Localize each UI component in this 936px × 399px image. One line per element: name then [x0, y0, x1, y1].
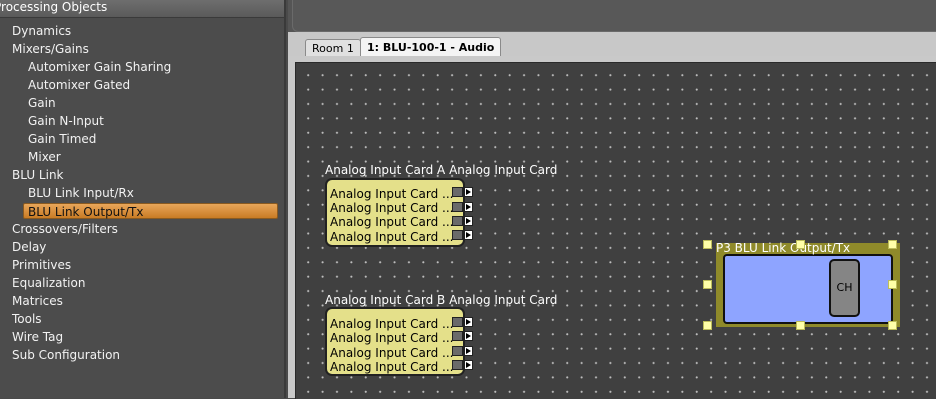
card-b-channel-2: Analog Input Card ... — [330, 331, 454, 345]
blu-link-output-block[interactable] — [723, 254, 893, 324]
tree-item-mixer[interactable]: Mixer — [28, 148, 61, 166]
tree-item-sub-configuration[interactable]: Sub Configuration — [12, 346, 120, 364]
tab-label: 1: BLU-100-1 - Audio — [367, 41, 495, 54]
card-b-channel-4: Analog Input Card ... — [330, 360, 454, 374]
output-arrow-icon[interactable] — [464, 346, 473, 356]
card-a-channel-4: Analog Input Card ... — [330, 230, 454, 244]
resize-handle[interactable] — [796, 321, 805, 330]
output-port[interactable] — [452, 216, 463, 226]
card-b-title: Analog Input Card B Analog Input Card — [325, 293, 558, 307]
tree-item-dynamics[interactable]: Dynamics — [12, 22, 71, 40]
tree-item-matrices[interactable]: Matrices — [12, 292, 63, 310]
blu-link-output-title: P3 BLU Link Output/Tx — [716, 241, 851, 255]
design-canvas[interactable]: Analog Input Card A Analog Input Card An… — [295, 62, 936, 399]
output-port[interactable] — [452, 317, 463, 327]
output-arrow-icon[interactable] — [464, 202, 473, 212]
panel-header: Processing Objects — [0, 0, 284, 18]
analog-input-card-b[interactable]: Analog Input Card ... Analog Input Card … — [325, 307, 465, 376]
output-arrow-icon[interactable] — [464, 317, 473, 327]
output-arrow-icon[interactable] — [464, 360, 473, 370]
tree-item-crossovers-filters[interactable]: Crossovers/Filters — [12, 220, 118, 238]
card-a-title: Analog Input Card A Analog Input Card — [325, 163, 558, 177]
tree-item-primitives[interactable]: Primitives — [12, 256, 71, 274]
tree-item-gain-n-input[interactable]: Gain N-Input — [28, 112, 104, 130]
tree-item-automixer-gated[interactable]: Automixer Gated — [28, 76, 130, 94]
card-a-channel-2: Analog Input Card ... — [330, 201, 454, 215]
toolbar-panel — [292, 0, 936, 32]
output-port[interactable] — [452, 331, 463, 341]
tab-room-1[interactable]: Room 1 — [305, 39, 361, 57]
analog-input-card-a[interactable]: Analog Input Card ... Analog Input Card … — [325, 178, 465, 247]
tree-item-mixers-gains[interactable]: Mixers/Gains — [12, 40, 89, 58]
card-b-channel-3: Analog Input Card ... — [330, 346, 454, 360]
panel-title: Processing Objects — [0, 0, 108, 14]
tree-item-wire-tag[interactable]: Wire Tag — [12, 328, 63, 346]
tree-item-tools[interactable]: Tools — [12, 310, 42, 328]
output-port[interactable] — [452, 187, 463, 197]
output-port[interactable] — [452, 360, 463, 370]
toolbar-area — [288, 0, 936, 33]
card-a-channel-1: Analog Input Card ... — [330, 187, 454, 201]
resize-handle[interactable] — [796, 240, 805, 249]
resize-handle[interactable] — [888, 321, 897, 330]
tree-item-gain[interactable]: Gain — [28, 94, 56, 112]
resize-handle[interactable] — [703, 321, 712, 330]
output-arrow-icon[interactable] — [464, 331, 473, 341]
tab-blu-100-audio[interactable]: 1: BLU-100-1 - Audio — [360, 37, 502, 57]
output-port[interactable] — [452, 202, 463, 212]
output-arrow-icon[interactable] — [464, 230, 473, 240]
tree-item-blu-link-output-tx[interactable]: BLU Link Output/Tx — [23, 203, 278, 219]
tree-item-blu-link[interactable]: BLU Link — [12, 166, 64, 184]
processing-objects-panel: Processing Objects Dynamics Mixers/Gains A… — [0, 0, 286, 398]
output-arrow-icon[interactable] — [464, 216, 473, 226]
tab-strip: Room 1 1: BLU-100-1 - Audio — [288, 32, 936, 58]
output-port[interactable] — [452, 230, 463, 240]
tree-item-blu-link-input-rx[interactable]: BLU Link Input/Rx — [28, 184, 134, 202]
canvas-frame: Analog Input Card A Analog Input Card An… — [288, 56, 936, 399]
resize-handle[interactable] — [703, 240, 712, 249]
output-port[interactable] — [452, 346, 463, 356]
channel-button[interactable]: CH — [829, 259, 860, 317]
tree-item-delay[interactable]: Delay — [12, 238, 46, 256]
card-a-channel-3: Analog Input Card ... — [330, 215, 454, 229]
resize-handle[interactable] — [703, 280, 712, 289]
card-b-channel-1: Analog Input Card ... — [330, 317, 454, 331]
resize-handle[interactable] — [888, 240, 897, 249]
tree-item-automixer-gain-sharing[interactable]: Automixer Gain Sharing — [28, 58, 171, 76]
tree-item-gain-timed[interactable]: Gain Timed — [28, 130, 96, 148]
tab-label: Room 1 — [312, 42, 354, 55]
resize-handle[interactable] — [888, 280, 897, 289]
output-arrow-icon[interactable] — [464, 187, 473, 197]
tree-item-equalization[interactable]: Equalization — [12, 274, 85, 292]
